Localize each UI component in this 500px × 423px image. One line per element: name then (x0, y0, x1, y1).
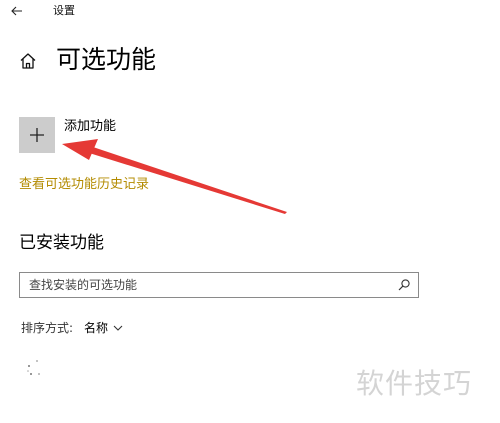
view-history-link[interactable]: 查看可选功能历史记录 (19, 176, 149, 193)
home-icon[interactable] (19, 52, 37, 70)
watermark-text: 软件技巧 (356, 367, 473, 400)
chevron-down-icon (113, 325, 123, 331)
search-icon[interactable] (397, 278, 411, 292)
sort-selected-value: 名称 (84, 321, 109, 335)
window-title: 设置 (53, 4, 75, 17)
add-feature-label[interactable]: 添加功能 (64, 118, 116, 135)
sort-dropdown[interactable]: 名称 (84, 319, 123, 337)
loading-dots-icon (27, 360, 40, 375)
add-feature-button[interactable] (19, 117, 55, 153)
back-button[interactable] (6, 0, 28, 22)
installed-features-heading: 已安装功能 (19, 233, 104, 253)
sort-label: 排序方式: (21, 321, 74, 335)
plus-icon (30, 128, 44, 142)
back-arrow-icon (11, 6, 22, 16)
search-box (19, 272, 419, 298)
page-title: 可选功能 (56, 45, 157, 74)
search-input[interactable] (20, 273, 390, 297)
